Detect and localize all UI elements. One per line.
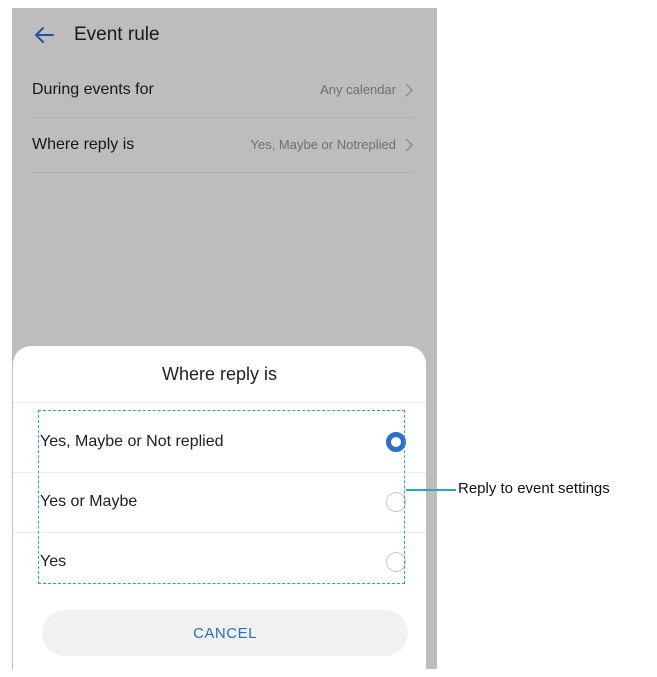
divider — [13, 402, 426, 403]
callout-label: Reply to event settings — [458, 480, 610, 497]
cancel-button[interactable]: CANCEL — [42, 610, 408, 656]
option-label: Yes or Maybe — [40, 493, 138, 510]
radio-unselected[interactable] — [386, 492, 406, 512]
reply-dialog: Where reply is Yes, Maybe or Not replied… — [13, 346, 426, 669]
option-label: Yes, Maybe or Not replied — [40, 433, 224, 450]
phone-screen: Event rule During events for Any calenda… — [12, 8, 437, 669]
option-label: Yes — [40, 553, 67, 570]
dialog-title: Where reply is — [161, 363, 278, 384]
callout-line — [406, 489, 456, 491]
radio-selected[interactable] — [386, 432, 406, 452]
option-yes-maybe-not-replied[interactable]: Yes, Maybe or Not replied — [13, 412, 426, 472]
radio-unselected[interactable] — [386, 552, 406, 572]
option-yes-or-maybe[interactable]: Yes or Maybe — [13, 472, 426, 532]
option-yes[interactable]: Yes — [13, 532, 426, 592]
